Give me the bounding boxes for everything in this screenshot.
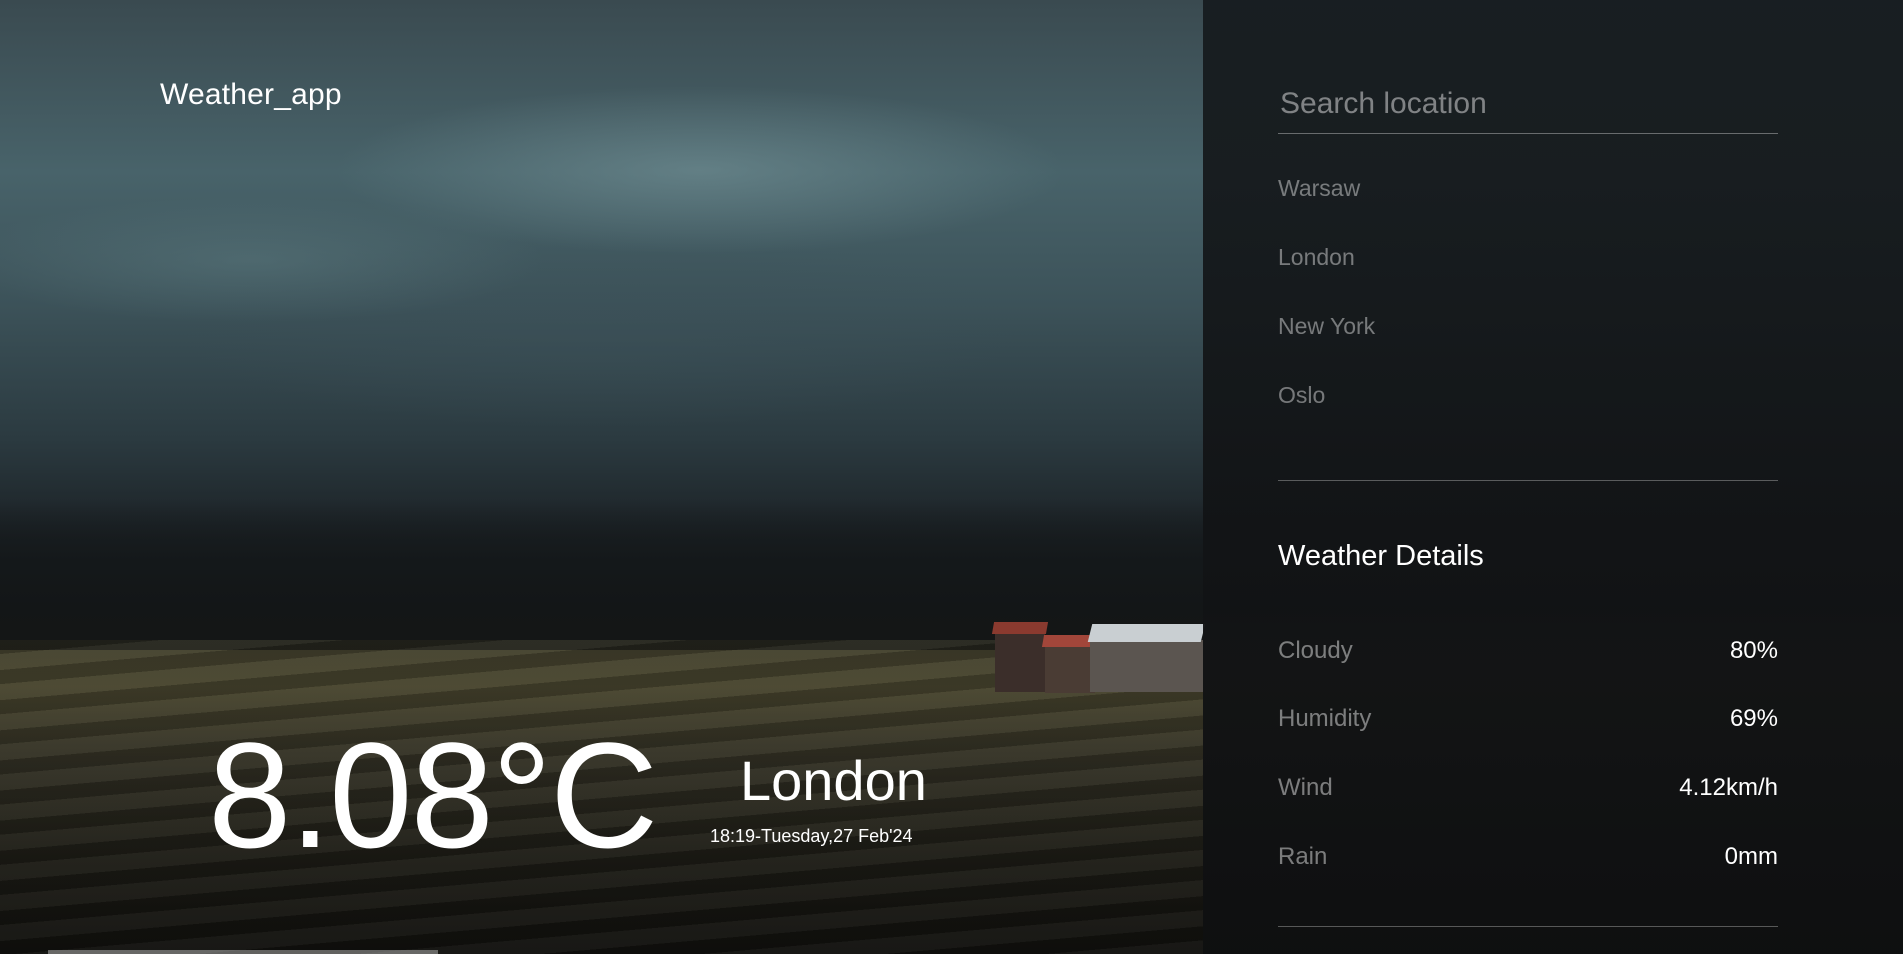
location-item-new-york[interactable]: New York [1278,313,1778,382]
detail-value: 0mm [1724,843,1778,870]
detail-label: Wind [1278,774,1333,801]
current-city: London [740,749,927,812]
detail-row-cloudy: Cloudy 80% [1278,637,1778,665]
search-location-input[interactable] [1278,74,1778,134]
detail-row-wind: Wind 4.12km/h [1278,774,1778,802]
horizontal-scrollbar[interactable] [48,950,438,954]
detail-label: Humidity [1278,705,1372,732]
detail-value: 4.12km/h [1679,774,1778,801]
background-barn [1090,640,1203,692]
detail-value: 80% [1729,637,1778,664]
background-barn [1045,645,1095,693]
detail-row-humidity: Humidity 69% [1278,705,1778,733]
location-item-london[interactable]: London [1278,244,1778,313]
current-temperature: 8.08°C [208,711,658,879]
detail-value: 69% [1729,705,1778,732]
weather-details-heading: Weather Details [1278,540,1484,572]
app-title: Weather_app [160,78,342,111]
detail-label: Cloudy [1278,637,1353,664]
recent-locations-list: Warsaw London New York Oslo [1278,175,1778,451]
background-barn [995,632,1045,692]
location-item-warsaw[interactable]: Warsaw [1278,175,1778,244]
weather-app-screen: Weather_app 8.08°C London 18:19-Tuesday,… [0,0,1903,954]
divider [1278,926,1778,927]
current-datetime: 18:19-Tuesday,27 Feb'24 [710,826,913,846]
detail-label: Rain [1278,843,1328,870]
location-item-oslo[interactable]: Oslo [1278,382,1778,451]
divider [1278,480,1778,481]
side-panel [1203,0,1903,954]
detail-row-rain: Rain 0mm [1278,843,1778,871]
